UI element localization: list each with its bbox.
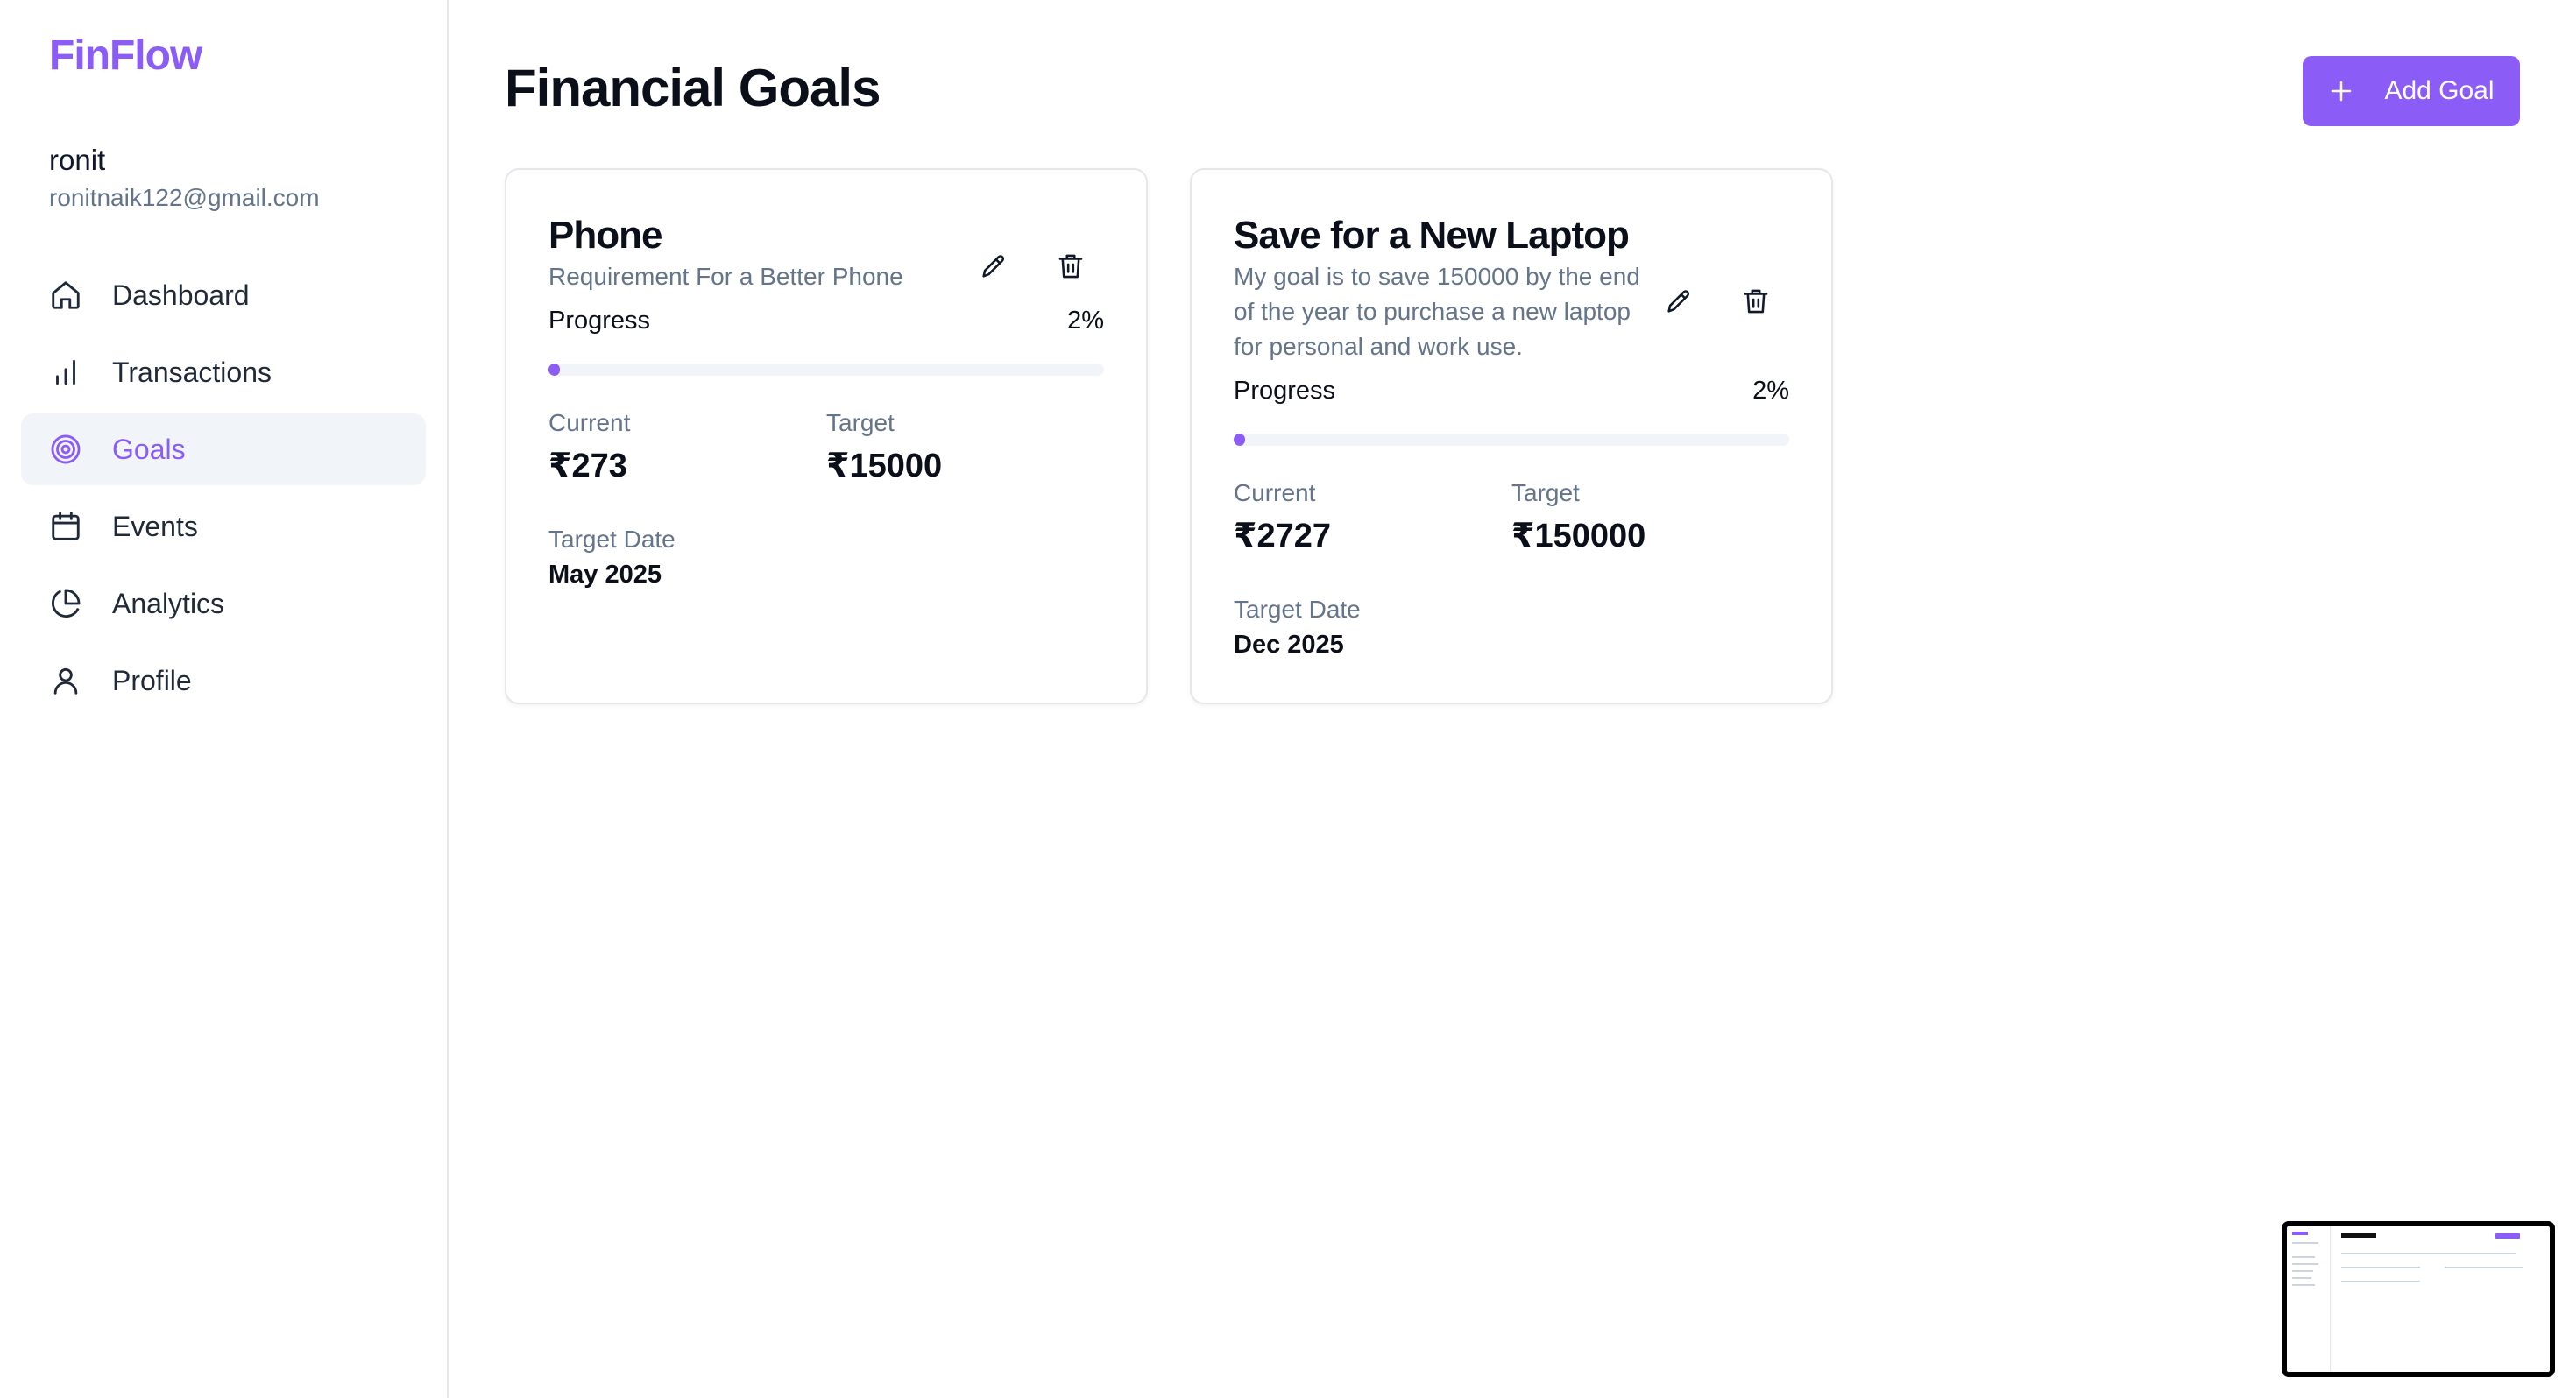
current-amount: Current ₹273	[548, 409, 826, 485]
progress-label: Progress	[548, 307, 651, 335]
thumbnail-row	[2341, 1267, 2420, 1268]
page-title: Financial Goals	[505, 59, 881, 117]
delete-goal-button[interactable]	[1737, 282, 1775, 321]
current-label: Current	[1234, 479, 1316, 506]
add-goal-button[interactable]: Add Goal	[2303, 56, 2520, 126]
app-window: FinFlow ronit ronitnaik122@gmail.com Das…	[0, 0, 2576, 1398]
target-value: ₹15000	[826, 448, 943, 484]
thumbnail-line	[2292, 1263, 2318, 1265]
target-amount: Target ₹15000	[826, 409, 1104, 485]
sidebar-item-events[interactable]: Events	[21, 491, 426, 562]
window-preview-thumbnail[interactable]	[2282, 1221, 2555, 1377]
progress-bar-fill	[1234, 434, 1245, 446]
sidebar-item-label: Dashboard	[112, 279, 250, 311]
pie-chart-icon	[49, 587, 82, 620]
thumbnail-line	[2292, 1242, 2318, 1244]
thumbnail-sidebar	[2287, 1226, 2331, 1372]
goal-card-header: Save for a New Laptop My goal is to save…	[1234, 212, 1789, 364]
thumbnail-line	[2292, 1284, 2315, 1286]
pencil-icon	[1667, 290, 1690, 313]
thumbnail-button	[2495, 1233, 2520, 1239]
pencil-icon	[982, 255, 1005, 278]
goal-title: Save for a New Laptop	[1234, 214, 1630, 257]
goal-actions	[974, 247, 1104, 286]
target-icon	[49, 433, 82, 466]
sidebar-nav: Dashboard Transactions Goals Events Anal…	[21, 259, 426, 722]
goal-card: Save for a New Laptop My goal is to save…	[1190, 168, 1833, 704]
goal-description: Requirement For a Better Phone	[548, 263, 903, 290]
sidebar-item-analytics[interactable]: Analytics	[21, 568, 426, 639]
thumbnail-line	[2292, 1256, 2315, 1258]
goal-description: My goal is to save 150000 by the end of …	[1234, 263, 1640, 360]
add-goal-label: Add Goal	[2384, 76, 2495, 105]
target-value: ₹150000	[1511, 518, 1646, 554]
delete-goal-button[interactable]	[1051, 247, 1090, 286]
brand-logo[interactable]: FinFlow	[49, 32, 202, 80]
thumbnail-line	[2292, 1270, 2313, 1272]
target-label: Target	[1511, 479, 1580, 506]
thumbnail-row	[2341, 1281, 2420, 1282]
thumbnail-brand	[2292, 1232, 2308, 1235]
sidebar-item-label: Goals	[112, 433, 186, 465]
thumbnail-title	[2341, 1233, 2376, 1238]
sidebar-item-transactions[interactable]: Transactions	[21, 336, 426, 408]
progress-bar	[548, 364, 1104, 376]
edit-goal-button[interactable]	[1660, 282, 1698, 321]
target-date-value: Dec 2025	[1234, 631, 1344, 659]
current-value: ₹273	[548, 448, 627, 484]
sidebar-item-label: Analytics	[112, 587, 225, 619]
current-value: ₹2727	[1234, 518, 1331, 554]
progress-percent: 2%	[1752, 377, 1789, 405]
goal-title: Phone	[548, 214, 662, 257]
thumbnail-row	[2445, 1267, 2523, 1268]
user-email: ronitnaik122@gmail.com	[49, 184, 320, 211]
edit-goal-button[interactable]	[974, 247, 1013, 286]
sidebar-item-profile[interactable]: Profile	[21, 645, 426, 717]
home-icon	[49, 279, 82, 312]
sidebar-item-dashboard[interactable]: Dashboard	[21, 259, 426, 331]
progress-bar	[1234, 434, 1789, 446]
calendar-icon	[49, 510, 82, 543]
thumbnail-line	[2292, 1277, 2311, 1279]
sidebar-item-goals[interactable]: Goals	[21, 413, 426, 485]
progress-percent: 2%	[1067, 307, 1104, 335]
target-date-label: Target Date	[548, 526, 676, 553]
progress-label: Progress	[1234, 377, 1336, 405]
user-icon	[49, 664, 82, 697]
goal-actions	[1660, 282, 1789, 321]
sidebar-item-label: Profile	[112, 664, 192, 696]
thumbnail-row	[2341, 1253, 2516, 1254]
current-label: Current	[548, 409, 631, 436]
target-amount: Target ₹150000	[1511, 479, 1789, 555]
sidebar-item-label: Events	[112, 510, 198, 542]
bar-chart-icon	[49, 356, 82, 389]
trash-icon	[1058, 254, 1083, 279]
target-label: Target	[826, 409, 895, 436]
sidebar-item-label: Transactions	[112, 356, 272, 388]
goal-card: Phone Requirement For a Better Phone Pro…	[505, 168, 1148, 704]
trash-icon	[1744, 289, 1768, 314]
goal-card-header: Phone Requirement For a Better Phone	[548, 212, 1104, 294]
plus-icon	[2328, 78, 2354, 104]
target-date-value: May 2025	[548, 561, 662, 589]
user-name: ronit	[49, 144, 106, 176]
current-amount: Current ₹2727	[1234, 479, 1511, 555]
sidebar: FinFlow ronit ronitnaik122@gmail.com Das…	[0, 0, 449, 1398]
target-date-label: Target Date	[1234, 596, 1361, 623]
progress-bar-fill	[548, 364, 560, 376]
